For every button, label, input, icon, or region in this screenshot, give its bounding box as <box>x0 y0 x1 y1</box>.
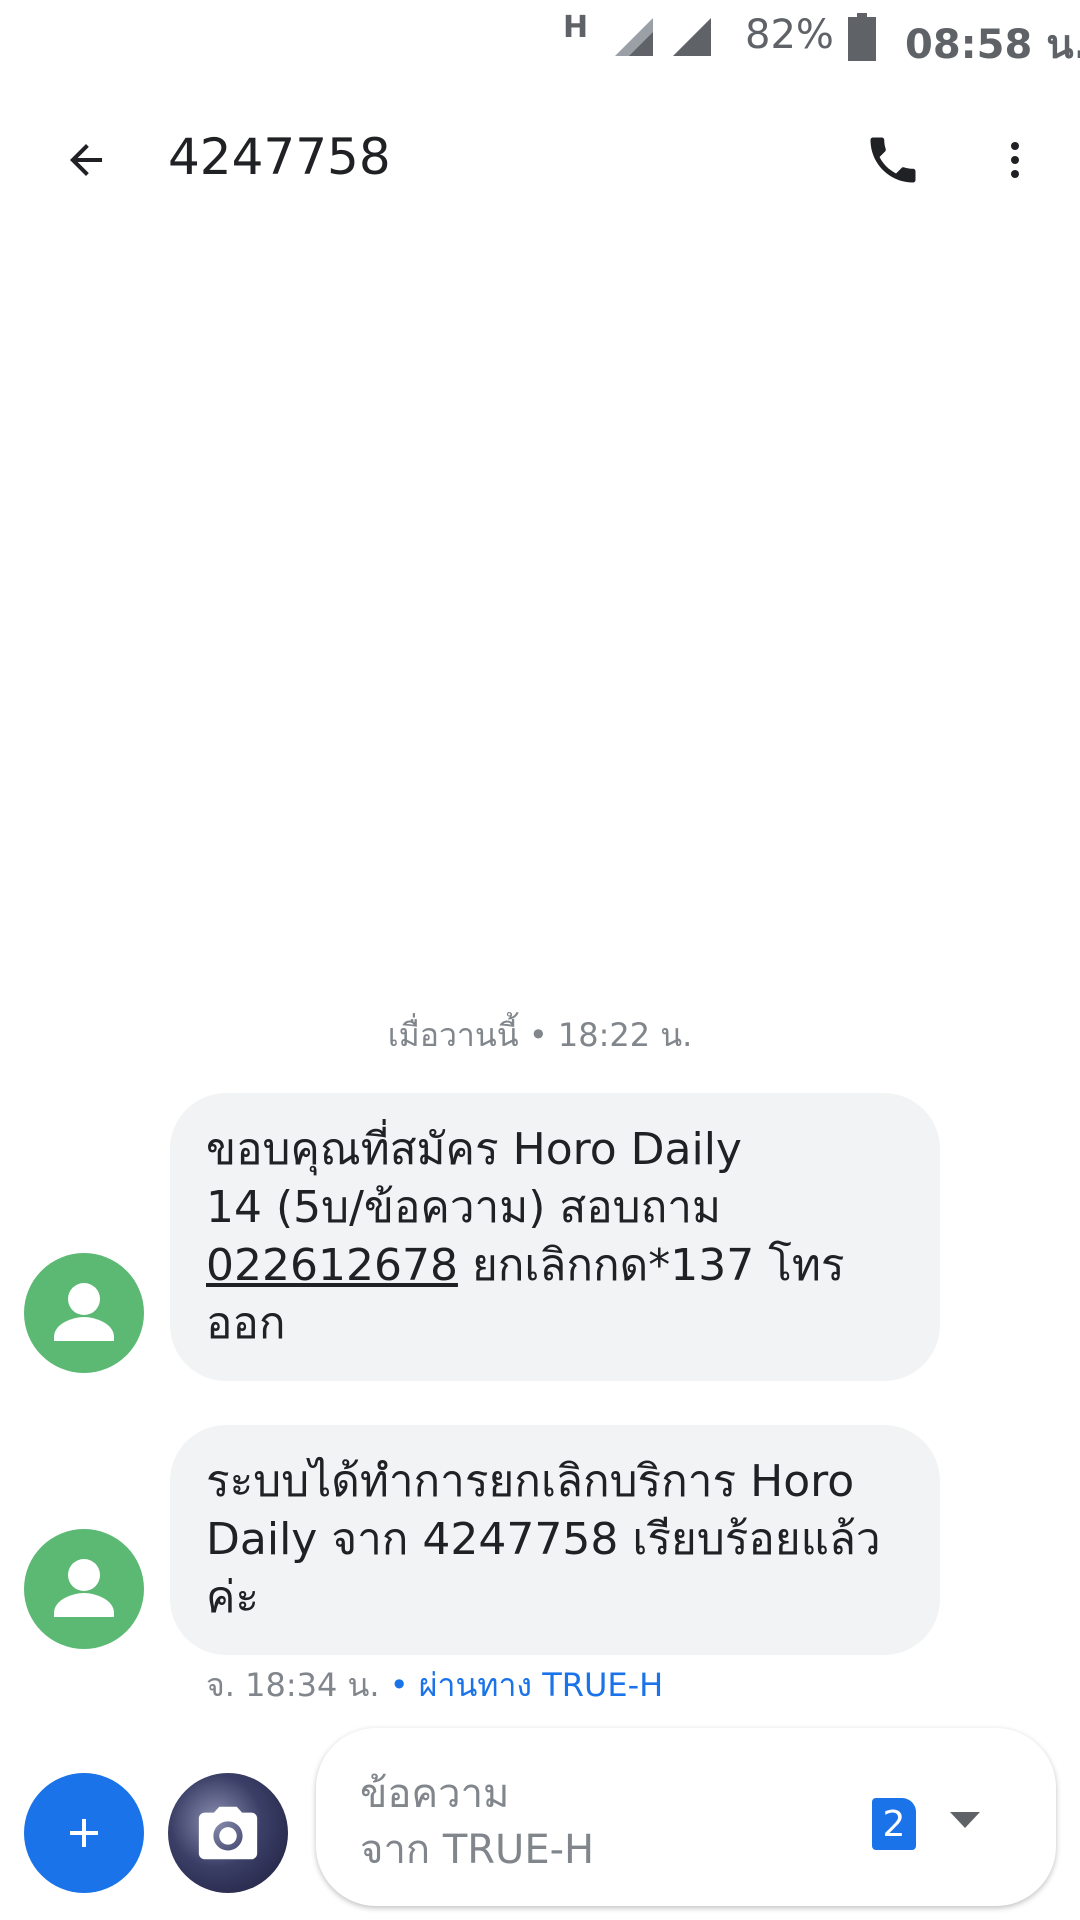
call-button[interactable] <box>855 122 931 198</box>
message-text: ค่ะ <box>206 1572 260 1623</box>
message-text: ขอบคุณที่สมัคร Horo Daily <box>206 1124 742 1175</box>
more-options-button[interactable] <box>985 122 1045 198</box>
app-bar: 4247758 <box>0 100 1080 220</box>
message-text: ยกเลิกกด*137 โทร <box>457 1240 845 1291</box>
conversation-title: 4247758 <box>168 128 391 186</box>
message-bubble[interactable]: ขอบคุณที่สมัคร Horo Daily 14 (5บ/ข้อความ… <box>170 1093 940 1381</box>
battery-icon <box>848 13 876 61</box>
message-placeholder: ข้อความ จาก TRUE-H <box>360 1766 594 1878</box>
signal-icon <box>615 18 653 56</box>
sim-icon[interactable]: 2 <box>872 1798 916 1850</box>
status-bar: H 82% 08:58 น. <box>0 0 1080 80</box>
placeholder-line: ข้อความ <box>360 1771 510 1817</box>
camera-button[interactable] <box>168 1773 288 1893</box>
message-text: 022612678 ยกเลิกกด*137 โทร <box>206 1237 904 1295</box>
message-input[interactable]: ข้อความ จาก TRUE-H 2 <box>316 1728 1056 1906</box>
signal-icon <box>673 18 711 56</box>
message-text: Daily จาก 4247758 เรียบร้อยแล้ว <box>206 1514 881 1565</box>
message-bubble[interactable]: ระบบได้ทำการยกเลิกบริการ Horo Daily จาก … <box>170 1425 940 1655</box>
message-meta: จ. 18:34 น. • ผ่านทาง TRUE-H <box>206 1660 663 1711</box>
back-button[interactable] <box>48 122 124 198</box>
sim-via: • ผ่านทาง TRUE-H <box>389 1666 664 1704</box>
date-separator: เมื่อวานนี้ • 18:22 น. <box>387 1016 693 1054</box>
phone-icon <box>870 137 916 183</box>
back-arrow-icon <box>70 144 102 176</box>
person-icon <box>54 1559 114 1617</box>
camera-icon <box>198 1806 258 1860</box>
add-attachment-button[interactable] <box>24 1773 144 1893</box>
message-time: จ. 18:34 น. <box>206 1666 380 1704</box>
avatar[interactable] <box>24 1529 144 1649</box>
plus-icon <box>70 1819 98 1847</box>
message-text: 14 (5บ/ข้อความ) สอบถาม <box>206 1182 721 1233</box>
placeholder-line: จาก TRUE-H <box>360 1827 595 1873</box>
network-type: H <box>563 10 589 45</box>
person-icon <box>54 1283 114 1341</box>
phone-number-link[interactable]: 022612678 <box>206 1240 458 1291</box>
clock: 08:58 น. <box>905 22 1080 68</box>
battery-percent: 82% <box>745 12 834 58</box>
dropdown-icon[interactable] <box>948 1808 982 1832</box>
avatar[interactable] <box>24 1253 144 1373</box>
more-vert-icon <box>1011 142 1019 178</box>
message-text: ออก <box>206 1298 286 1349</box>
message-text: ระบบได้ทำการยกเลิกบริการ Horo <box>206 1456 855 1507</box>
